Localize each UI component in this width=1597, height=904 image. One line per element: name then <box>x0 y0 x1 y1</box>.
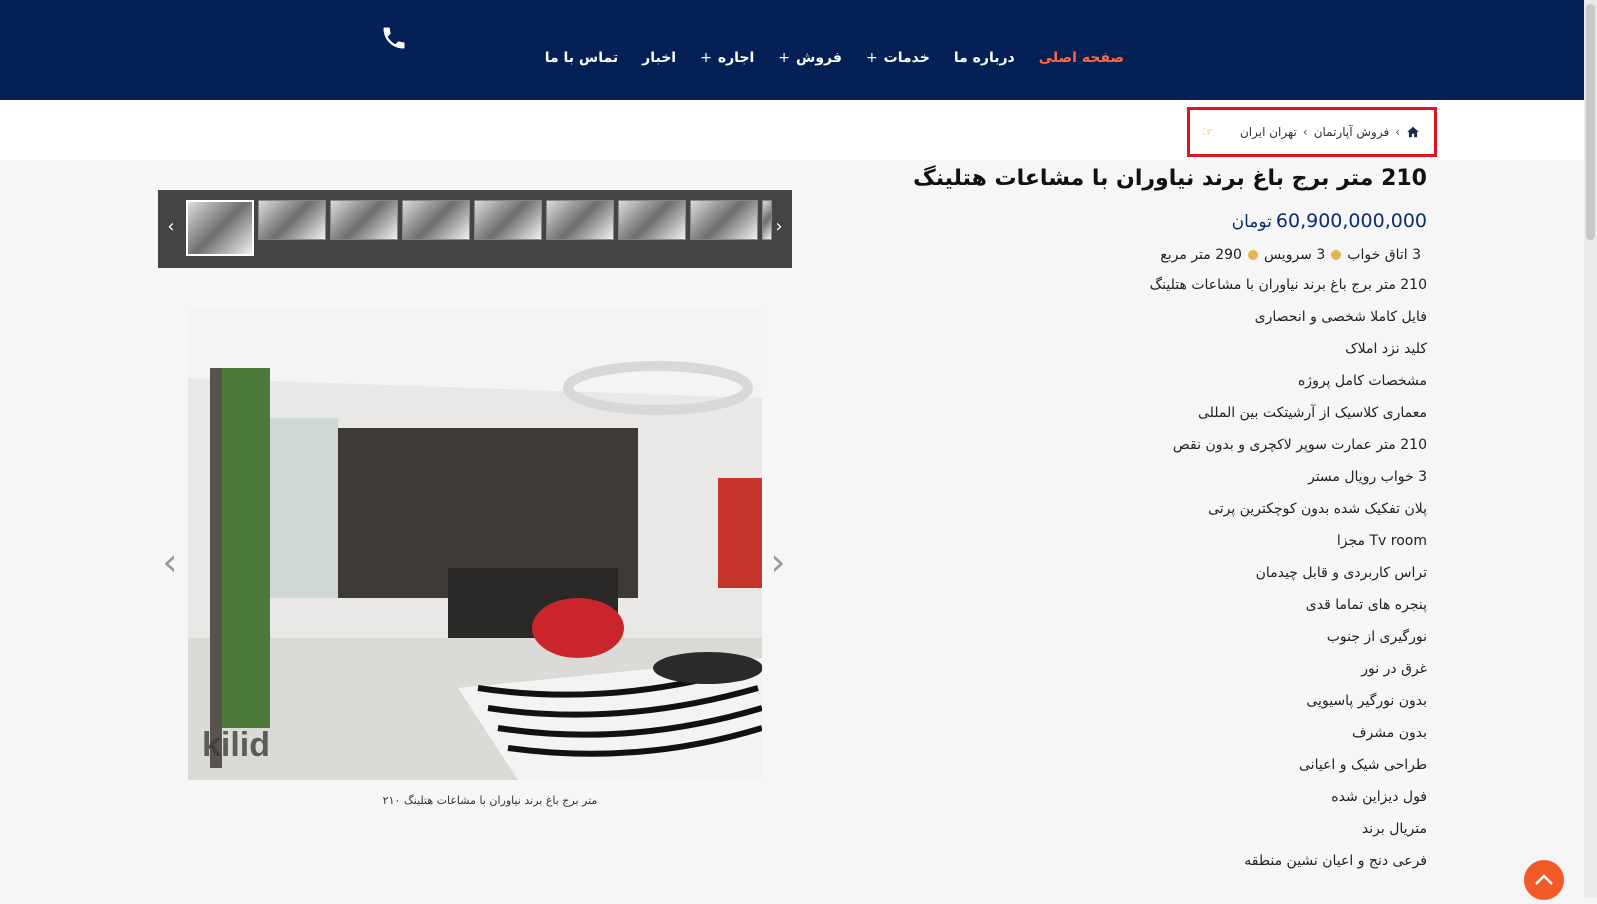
nav-services[interactable]: خدمات + <box>866 50 930 66</box>
feature-item: متریال برند <box>1361 821 1427 837</box>
feature-item: بدون مشرف <box>1352 725 1427 741</box>
feature-item: فایل کاملا شخصی و انحصاری <box>1254 309 1427 325</box>
slide-next-button[interactable]: › <box>766 540 790 584</box>
feature-item: فرعی دنج و اعیان نشین منطقه <box>1244 853 1427 869</box>
nav-news[interactable]: اخبار <box>642 50 676 66</box>
photo-caption: متر برج باغ برند نیاوران با مشاعات هتلین… <box>382 794 598 807</box>
feature-item: طراحی شیک و اعیانی <box>1299 757 1427 773</box>
thumbnail-strip: ‹ › <box>158 190 792 268</box>
breadcrumb-tehran[interactable]: تهران ایران <box>1240 125 1297 139</box>
scroll-to-top-button[interactable] <box>1524 860 1564 900</box>
listing-specs: 3 اتاق خواب 3 سرویس 290 متر مربع <box>787 241 1427 269</box>
feature-item: پنجره های تماما قدی <box>1305 597 1427 613</box>
nav-rent-expand: + <box>700 50 712 66</box>
phone-icon[interactable] <box>380 24 408 52</box>
breadcrumb-separator: › <box>1302 125 1308 139</box>
feature-item: تراس کاربردی و قابل چیدمان <box>1255 565 1427 581</box>
feature-item: مشخصات کامل پروژه <box>1297 373 1427 389</box>
spec-dot <box>1247 250 1258 260</box>
gallery-thumbnail[interactable] <box>690 200 758 240</box>
scrollbar-thumb[interactable] <box>1586 4 1595 240</box>
gallery-thumbnail[interactable] <box>186 200 254 256</box>
price-value: 60,900,000,000 <box>1275 210 1427 232</box>
breadcrumb-sale-apartment[interactable]: فروش آپارتمان <box>1314 125 1390 139</box>
price-currency: تومان <box>1231 212 1272 232</box>
gallery-thumbnail[interactable] <box>762 200 772 240</box>
nav-rent[interactable]: اجاره + <box>700 50 754 66</box>
breadcrumb-separator: › <box>1395 125 1400 139</box>
feature-item: معماری کلاسیک از آرشیتکت بین المللی <box>1197 405 1427 421</box>
breadcrumb: › فروش آپارتمان › تهران ایران ☞ <box>1187 107 1437 157</box>
nav-about[interactable]: درباره ما <box>954 50 1015 66</box>
feature-item: 210 متر عمارت سوپر لاکچری و بدون نقص <box>1172 437 1427 453</box>
listing-details: 210 متر برج باغ برند نیاوران با مشاعات ه… <box>787 162 1427 877</box>
nav-home[interactable]: صفحه اصلی <box>1039 50 1124 66</box>
header-bar: صفحه اصلی درباره ما خدمات+ فروش+ اجاره+ … <box>0 0 1584 100</box>
spec-area: 290 متر مربع <box>1160 247 1242 263</box>
spec-bathrooms: 3 سرویس <box>1263 247 1326 263</box>
gallery-thumbnail[interactable] <box>402 200 470 240</box>
slide-prev-button[interactable]: ‹ <box>158 540 182 584</box>
nav-services-expand: + <box>865 50 878 66</box>
listing-title: 210 متر برج باغ برند نیاوران با مشاعات ه… <box>913 166 1427 191</box>
gallery-thumbnail[interactable] <box>330 200 398 240</box>
gallery-thumbnail[interactable] <box>258 200 326 240</box>
feature-item: Tv room مجزا <box>1336 533 1427 549</box>
nav-contact[interactable]: تماس با ما <box>545 50 618 66</box>
feature-item: نورگیری از جنوب <box>1326 629 1427 645</box>
main-photo[interactable]: kilid <box>188 308 762 780</box>
gallery-thumbnail[interactable] <box>474 200 542 240</box>
nav-sale[interactable]: فروش + <box>778 50 842 66</box>
gallery-thumbnail[interactable] <box>546 200 614 240</box>
feature-item: غرق در نور <box>1361 661 1427 677</box>
spec-bedrooms: 3 اتاق خواب <box>1347 247 1421 263</box>
feature-item: فول دیزاین شده <box>1331 789 1427 805</box>
chevron-up-icon <box>1535 874 1553 885</box>
nav-rent-label: اجاره <box>717 50 755 66</box>
hand-pointing-icon: ☞ <box>1202 124 1214 140</box>
nav-sale-label: فروش <box>796 50 842 66</box>
spec-dot <box>1331 250 1342 260</box>
nav-sale-expand: + <box>778 50 791 66</box>
listing-price: 60,900,000,000تومان <box>787 206 1427 237</box>
gallery-thumbnail[interactable] <box>618 200 686 240</box>
main-nav: صفحه اصلی درباره ما خدمات+ فروش+ اجاره+ … <box>545 50 1124 66</box>
thumbs-next-button[interactable]: › <box>772 216 786 240</box>
watermark-logo: kilid <box>202 726 271 764</box>
thumbs-prev-button[interactable]: ‹ <box>164 216 178 240</box>
feature-item: 210 متر برج باغ برند نیاوران با مشاعات ه… <box>1149 277 1427 293</box>
interior-photo <box>188 308 762 780</box>
home-icon[interactable] <box>1406 125 1420 139</box>
feature-item: کلید نزد املاک <box>1345 341 1427 357</box>
page-scrollbar[interactable] <box>1584 0 1597 898</box>
feature-item: بدون نورگیر پاسیویی <box>1306 693 1427 709</box>
feature-item: 3 خواب رویال مستر <box>1307 469 1427 485</box>
feature-item: پلان تفکیک شده بدون کوچکترین پرتی <box>1208 501 1427 517</box>
nav-services-label: خدمات <box>883 50 930 66</box>
